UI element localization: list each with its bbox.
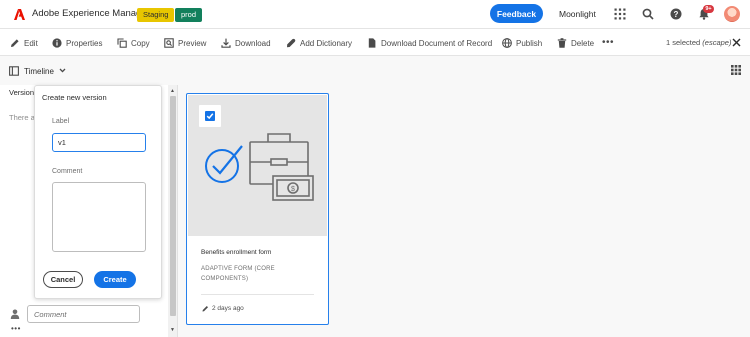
selection-hint: (escape): [702, 38, 732, 47]
svg-text:?: ?: [674, 10, 679, 19]
asset-title: Benefits enrollment form: [201, 249, 272, 256]
asset-thumbnail: $: [188, 95, 327, 236]
add-dictionary-action[interactable]: Add Dictionary: [286, 37, 352, 49]
version-comment-textarea[interactable]: [52, 182, 146, 252]
publish-action[interactable]: Publish: [502, 37, 542, 49]
preview-icon: [164, 38, 174, 48]
document-icon: [368, 38, 376, 48]
delete-action-label: Delete: [571, 38, 595, 48]
search-icon[interactable]: [642, 8, 654, 20]
rail-view-label[interactable]: Timeline: [24, 67, 54, 76]
delete-action[interactable]: Delete: [557, 37, 594, 49]
selection-status: 1 selected (escape): [666, 38, 731, 47]
scroll-down-arrow-icon[interactable]: ▼: [170, 327, 175, 333]
create-button[interactable]: Create: [94, 271, 136, 288]
download-document-of-record-action[interactable]: Download Document of Record: [367, 37, 492, 49]
versions-section-label: Version: [9, 88, 35, 97]
selection-count: 1 selected: [666, 38, 701, 47]
download-icon: [221, 38, 231, 48]
pencil-icon: [11, 39, 19, 47]
more-options-icon[interactable]: •••: [11, 324, 21, 333]
version-label-field-label: Label: [52, 118, 70, 125]
prod-environment-badge: prod: [175, 8, 203, 22]
apps-grid-icon[interactable]: [614, 8, 626, 20]
user-icon: [10, 309, 20, 319]
properties-action[interactable]: Properties: [52, 37, 102, 49]
adobe-logo-icon[interactable]: [14, 9, 25, 20]
asset-type: ADAPTIVE FORM (CORE COMPONENTS): [201, 266, 275, 282]
trash-icon: [557, 38, 567, 48]
create-version-title: Create new version: [42, 93, 107, 102]
download-action-label: Download: [235, 38, 271, 48]
download-action[interactable]: Download: [221, 37, 271, 49]
card-view-icon[interactable]: [731, 65, 741, 75]
cancel-button[interactable]: Cancel: [43, 271, 83, 288]
asset-card[interactable]: $ Benefits enrollment form ADAPTIVE FORM…: [186, 93, 329, 325]
copy-icon: [117, 38, 127, 48]
copy-action-label: Copy: [131, 38, 150, 48]
notification-count-badge: 9+: [703, 5, 714, 13]
app-title[interactable]: Adobe Experience Manager: [32, 8, 150, 19]
copy-action[interactable]: Copy: [117, 37, 150, 49]
rail-panel-icon[interactable]: [9, 66, 19, 76]
version-comment-field-label: Comment: [52, 168, 83, 175]
version-label-input[interactable]: [52, 133, 146, 152]
publish-action-label: Publish: [516, 38, 543, 48]
more-actions-icon[interactable]: •••: [602, 37, 614, 48]
globe-icon: [502, 38, 512, 48]
add-dictionary-action-label: Add Dictionary: [300, 38, 353, 48]
org-switcher[interactable]: Moonlight: [559, 9, 596, 19]
adaptive-form-illustration-icon: $: [205, 133, 314, 201]
comment-input[interactable]: [27, 305, 140, 323]
close-selection-icon[interactable]: [732, 38, 741, 47]
properties-action-label: Properties: [66, 38, 103, 48]
dictionary-icon: [287, 38, 296, 48]
user-avatar[interactable]: [724, 6, 740, 22]
feedback-button[interactable]: Feedback: [490, 4, 543, 23]
top-header: Adobe Experience Manager Staging prod Fe…: [0, 0, 750, 29]
info-icon: [52, 38, 62, 48]
preview-action-label: Preview: [178, 38, 207, 48]
create-version-popover: Create new version Label Comment Cancel …: [34, 85, 162, 299]
edit-action-label: Edit: [24, 38, 38, 48]
staging-environment-badge: Staging: [137, 8, 175, 22]
svg-text:$: $: [291, 186, 295, 193]
checkmark-icon: [205, 111, 215, 121]
preview-action[interactable]: Preview: [164, 37, 206, 49]
card-checkbox[interactable]: [199, 105, 221, 127]
chevron-down-icon[interactable]: [59, 67, 66, 74]
action-bar: Edit Properties Copy Preview Download Ad…: [0, 29, 750, 56]
download-document-of-record-label: Download Document of Record: [381, 38, 493, 48]
asset-modified-time: 2 days ago: [212, 305, 244, 312]
scroll-up-arrow-icon[interactable]: ▲: [170, 88, 175, 94]
help-icon[interactable]: ?: [670, 8, 682, 20]
rail-scrollbar-thumb[interactable]: [170, 96, 176, 316]
card-divider: [201, 294, 314, 295]
rail-toolbar: Timeline: [0, 56, 750, 85]
edit-action[interactable]: Edit: [10, 37, 38, 49]
pencil-icon: [202, 306, 208, 312]
versions-empty-text: There a: [9, 113, 35, 122]
